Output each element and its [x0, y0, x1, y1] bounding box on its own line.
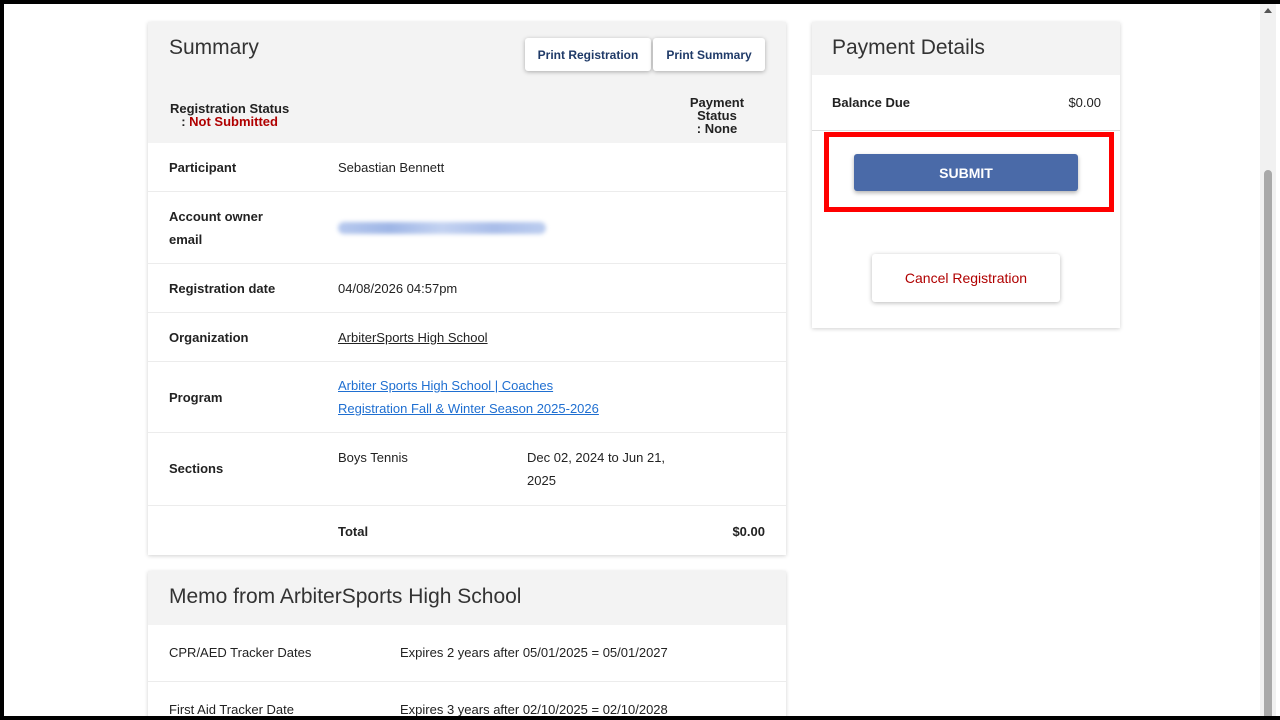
scroll-up-arrow-icon[interactable]	[1264, 8, 1272, 13]
program-link-line2[interactable]: Registration Fall & Winter Season 2025-2…	[338, 397, 599, 420]
scrollbar[interactable]	[1260, 4, 1276, 720]
total-value: $0.00	[732, 524, 765, 539]
registration-date-row: Registration date 04/08/2026 04:57pm	[148, 264, 786, 313]
cancel-registration-button[interactable]: Cancel Registration	[872, 254, 1060, 302]
total-label: Total	[338, 524, 369, 539]
memo-row: CPR/AED Tracker Dates Expires 2 years af…	[148, 625, 786, 682]
organization-link[interactable]: ArbiterSports High School	[338, 326, 488, 349]
section-name: Boys Tennis	[338, 450, 408, 465]
payment-header: Payment Details	[812, 22, 1120, 75]
program-link[interactable]: Arbiter Sports High School | Coaches Reg…	[338, 374, 599, 420]
sections-label: Sections	[169, 461, 224, 476]
scrollbar-thumb[interactable]	[1264, 170, 1272, 720]
memo-value: Expires 2 years after 05/01/2025 = 05/01…	[400, 645, 668, 660]
sections-row: Sections Boys Tennis Dec 02, 2024 to Jun…	[148, 433, 786, 506]
registration-status-value: Not Submitted	[189, 114, 278, 129]
memo-key: First Aid Tracker Date	[169, 702, 294, 717]
section-dates-line2: 2025	[527, 473, 556, 488]
program-link-line1[interactable]: Arbiter Sports High School | Coaches	[338, 374, 599, 397]
account-email-row: Account owner email	[148, 192, 786, 264]
memo-title: Memo from ArbiterSports High School	[169, 585, 522, 608]
payment-status-value: : None	[696, 121, 738, 136]
payment-details-card: Payment Details Balance Due $0.00 SUBMIT…	[812, 22, 1120, 328]
registration-date-value: 04/08/2026 04:57pm	[338, 281, 458, 296]
memo-card: Memo from ArbiterSports High School CPR/…	[148, 571, 786, 720]
print-registration-button[interactable]: Print Registration	[525, 38, 651, 71]
balance-due-row: Balance Due $0.00	[812, 75, 1120, 131]
participant-value: Sebastian Bennett	[338, 160, 445, 175]
print-summary-button[interactable]: Print Summary	[653, 38, 765, 71]
memo-row: First Aid Tracker Date Expires 3 years a…	[148, 682, 786, 720]
account-email-label: Account owner email	[169, 205, 263, 251]
section-dates-line1: Dec 02, 2024 to Jun 21,	[527, 450, 666, 465]
submit-button[interactable]: SUBMIT	[854, 154, 1078, 191]
memo-key: CPR/AED Tracker Dates	[169, 645, 312, 660]
program-row: Program Arbiter Sports High School | Coa…	[148, 362, 786, 433]
total-row: Total $0.00	[148, 506, 786, 555]
registration-status-prefix: :	[181, 114, 190, 129]
summary-title: Summary	[169, 36, 259, 59]
balance-due-value: $0.00	[1068, 95, 1101, 110]
summary-header: Summary Print Registration Print Summary…	[148, 22, 786, 143]
program-label: Program	[169, 390, 223, 405]
account-email-value-redacted	[338, 218, 546, 241]
memo-header: Memo from ArbiterSports High School	[148, 571, 786, 625]
page: Summary Print Registration Print Summary…	[4, 4, 1280, 720]
payment-status: Payment Status : None	[682, 96, 752, 135]
organization-row: Organization ArbiterSports High School	[148, 313, 786, 362]
participant-label: Participant	[169, 160, 237, 175]
balance-due-label: Balance Due	[832, 95, 911, 110]
account-email-label-line2: email	[169, 232, 203, 247]
payment-title: Payment Details	[832, 36, 985, 59]
registration-status: Registration Status : Not Submitted	[170, 102, 289, 128]
memo-value: Expires 3 years after 02/10/2025 = 02/10…	[400, 702, 668, 717]
account-email-label-line1: Account owner	[169, 209, 263, 224]
participant-row: Participant Sebastian Bennett	[148, 143, 786, 192]
section-dates: Dec 02, 2024 to Jun 21, 2025	[527, 446, 665, 492]
summary-card: Summary Print Registration Print Summary…	[148, 22, 786, 555]
organization-label: Organization	[169, 330, 249, 345]
registration-date-label: Registration date	[169, 281, 276, 296]
